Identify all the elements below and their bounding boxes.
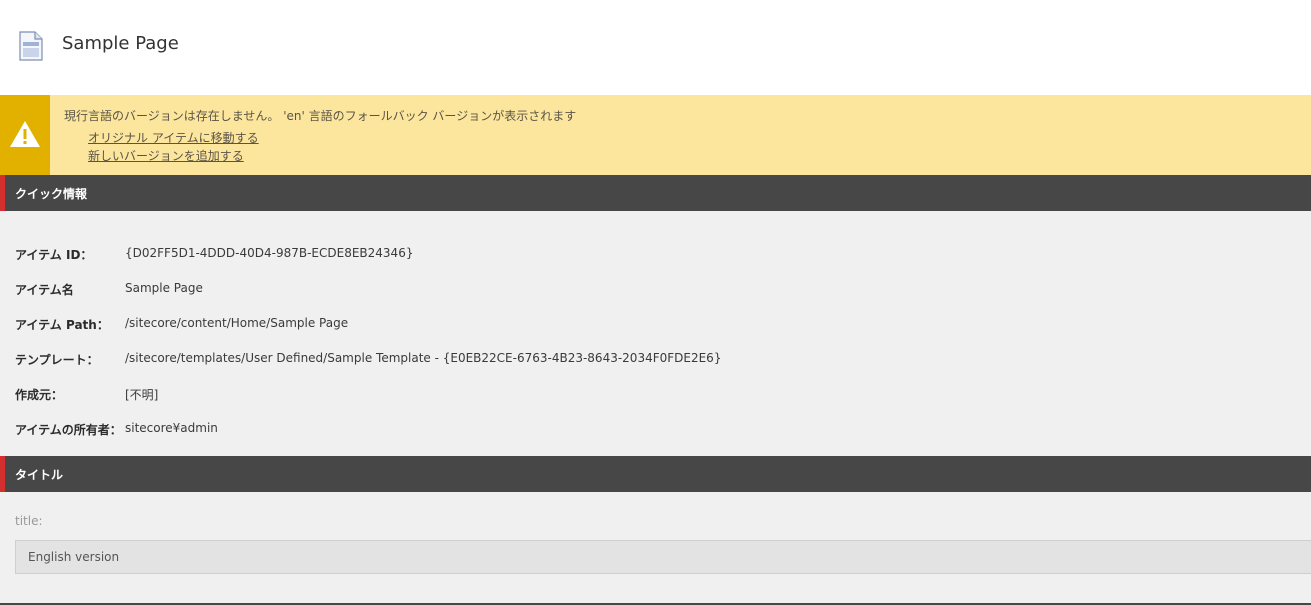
warning-banner: 現行言語のバージョンは存在しません。 'en' 言語のフォールバック バージョン… bbox=[0, 95, 1311, 175]
page-header: Sample Page bbox=[0, 0, 1311, 95]
quick-info-section-title: クイック情報 bbox=[15, 187, 88, 201]
item-path-label: アイテム Path： bbox=[15, 318, 109, 332]
title-section-title: タイトル bbox=[15, 468, 64, 482]
title-field-label: title: bbox=[15, 514, 43, 528]
item-name-value: Sample Page bbox=[125, 281, 203, 295]
document-icon bbox=[19, 31, 43, 61]
go-to-original-item-link[interactable]: オリジナル アイテムに移動する bbox=[88, 129, 259, 146]
warning-message: 現行言語のバージョンは存在しません。 'en' 言語のフォールバック バージョン… bbox=[64, 109, 577, 123]
created-from-label: 作成元： bbox=[15, 388, 64, 402]
quick-info-section-header[interactable]: クイック情報 bbox=[0, 175, 1311, 211]
created-from-value: [不明] bbox=[125, 388, 159, 402]
item-path-value: /sitecore/content/Home/Sample Page bbox=[125, 316, 349, 330]
item-name-label: アイテム名 bbox=[15, 283, 74, 297]
item-owner-value: sitecore¥admin bbox=[125, 421, 218, 435]
item-id-value: {D02FF5D1-4DDD-40D4-987B-ECDE8EB24346} bbox=[125, 246, 414, 260]
warning-icon bbox=[10, 121, 40, 147]
title-section-header[interactable]: タイトル bbox=[0, 456, 1311, 492]
item-owner-label: アイテムの所有者： bbox=[15, 423, 122, 437]
item-id-label: アイテム ID： bbox=[15, 248, 93, 262]
warning-icon-box bbox=[0, 95, 50, 175]
title-field-input[interactable]: English version bbox=[15, 540, 1311, 574]
template-value: /sitecore/templates/User Defined/Sample … bbox=[125, 351, 722, 365]
add-new-version-link[interactable]: 新しいバージョンを追加する bbox=[88, 147, 244, 164]
page-title: Sample Page bbox=[62, 33, 179, 54]
content-area: クイック情報 アイテム ID： {D02FF5D1-4DDD-40D4-987B… bbox=[0, 175, 1311, 605]
template-label: テンプレート： bbox=[15, 353, 99, 367]
